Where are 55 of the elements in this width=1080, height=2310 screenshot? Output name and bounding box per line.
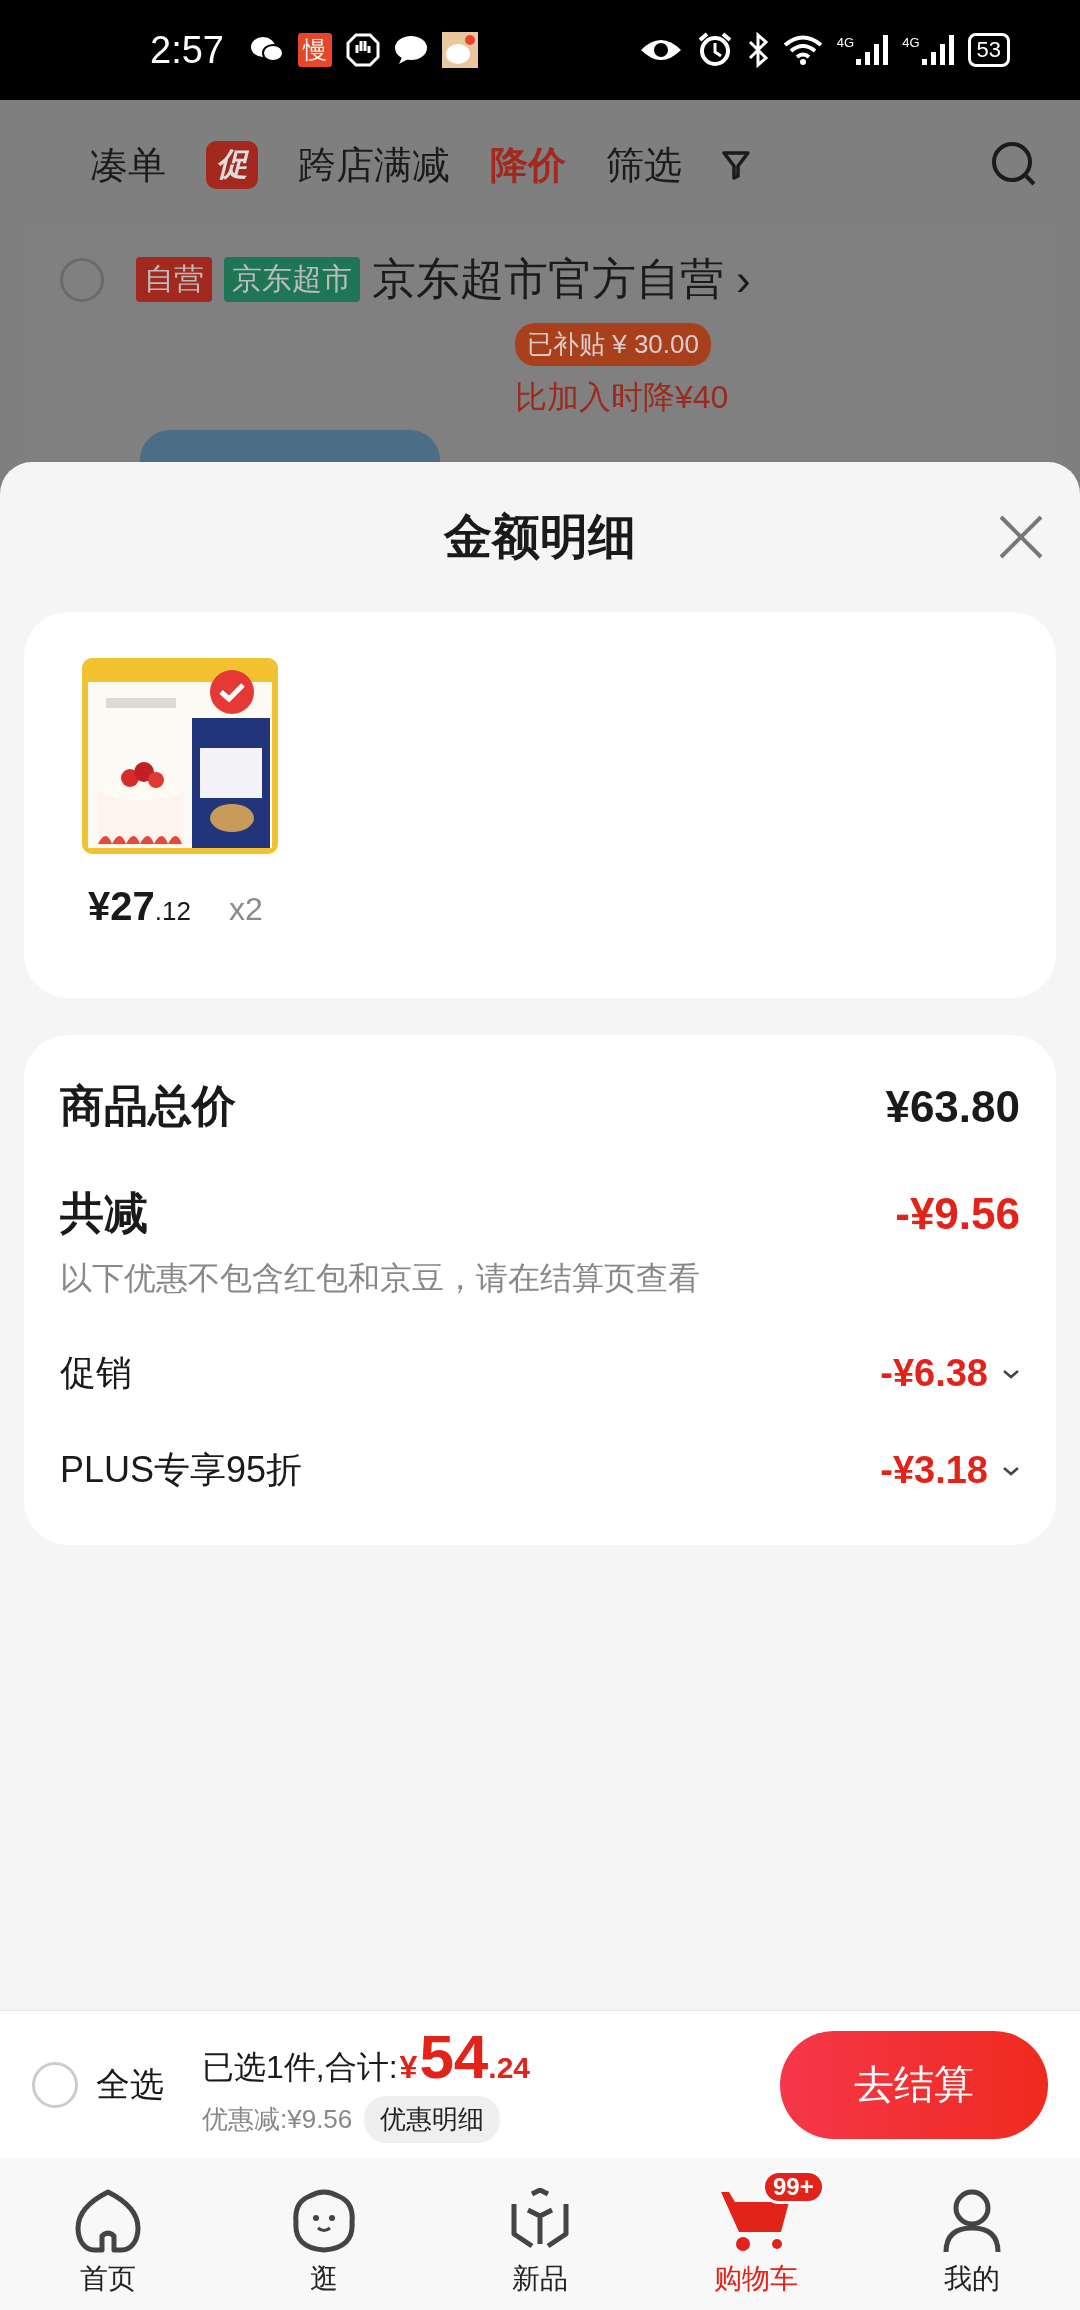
hand-icon [345, 33, 380, 67]
dog-app-icon [441, 32, 478, 68]
network-label: 4G [902, 35, 920, 50]
nav-tab[interactable]: 逛 [216, 2170, 432, 2298]
chevron-down-icon[interactable] [1002, 1464, 1020, 1477]
cart-count-badge: 99+ [762, 2170, 825, 2204]
nav-tab[interactable]: 我的 [864, 2170, 1080, 2298]
signal-icon [921, 35, 954, 65]
item-price: ¥27.12 [88, 884, 191, 929]
nav-tab[interactable]: 购物车 99+ [648, 2170, 864, 2298]
currency-sign: ¥ [399, 2049, 418, 2086]
nav-tab[interactable]: 首页 [0, 2170, 216, 2298]
smiley-icon [290, 2188, 358, 2254]
promo-badge: 促 [206, 141, 258, 189]
store-tag: 自营 [136, 257, 212, 302]
home-icon [74, 2188, 142, 2254]
chevron-icon: › [736, 254, 751, 305]
nav-tab[interactable]: 新品 [432, 2170, 648, 2298]
message-icon [393, 35, 428, 65]
filter-tab[interactable]: 跨店满减 [298, 139, 450, 191]
discount-amount: -¥9.56 [895, 1188, 1020, 1239]
select-all-checkbox[interactable] [32, 2061, 78, 2108]
wifi-icon [782, 34, 823, 66]
filter-tab[interactable]: 筛选 [606, 139, 682, 191]
discount-value: -¥6.38 [880, 1352, 988, 1395]
sheet-title: 金额明细 [444, 509, 636, 565]
checkout-button[interactable]: 去结算 [780, 2030, 1048, 2139]
item-quantity: x2 [228, 891, 263, 928]
bluetooth-icon [746, 32, 769, 68]
discount-name: PLUS专享95折 [60, 1448, 303, 1492]
close-icon[interactable] [998, 514, 1044, 560]
alarm-icon [696, 32, 733, 68]
status-time: 2:57 [150, 28, 224, 72]
total-amount: ¥63.80 [885, 1081, 1020, 1132]
selected-summary: 已选1件,合计: [202, 2048, 398, 2087]
discount-note: 以下优惠不包含红包和京豆，请在结算页查看 [60, 1259, 701, 1298]
battery-level: 53 [967, 33, 1010, 67]
filter-tab[interactable]: 凑单 [90, 139, 166, 191]
filter-icon[interactable] [722, 150, 750, 180]
store-tag: 京东超市 [224, 257, 360, 302]
discount-detail-button[interactable]: 优惠明细 [364, 2096, 501, 2143]
select-all-label[interactable]: 全选 [96, 2061, 164, 2108]
signal-icon [856, 35, 889, 65]
saving-text: 优惠减:¥9.56 [202, 2103, 353, 2136]
discount-label: 共减 [60, 1187, 148, 1239]
discount-value: -¥3.18 [880, 1449, 988, 1492]
discount-name: 促销 [60, 1351, 132, 1395]
total-price: 54.24 [419, 2026, 531, 2088]
store-name[interactable]: 京东超市官方自营 [372, 250, 724, 309]
total-label: 商品总价 [60, 1080, 236, 1132]
subsidy-badge: 已补贴 ¥ 30.00 [515, 323, 711, 366]
app-icon: 慢 [297, 33, 332, 67]
network-label: 4G [836, 35, 855, 50]
chevron-down-icon[interactable] [1002, 1367, 1020, 1380]
price-drop-text: 比加入时降¥40 [515, 378, 730, 417]
